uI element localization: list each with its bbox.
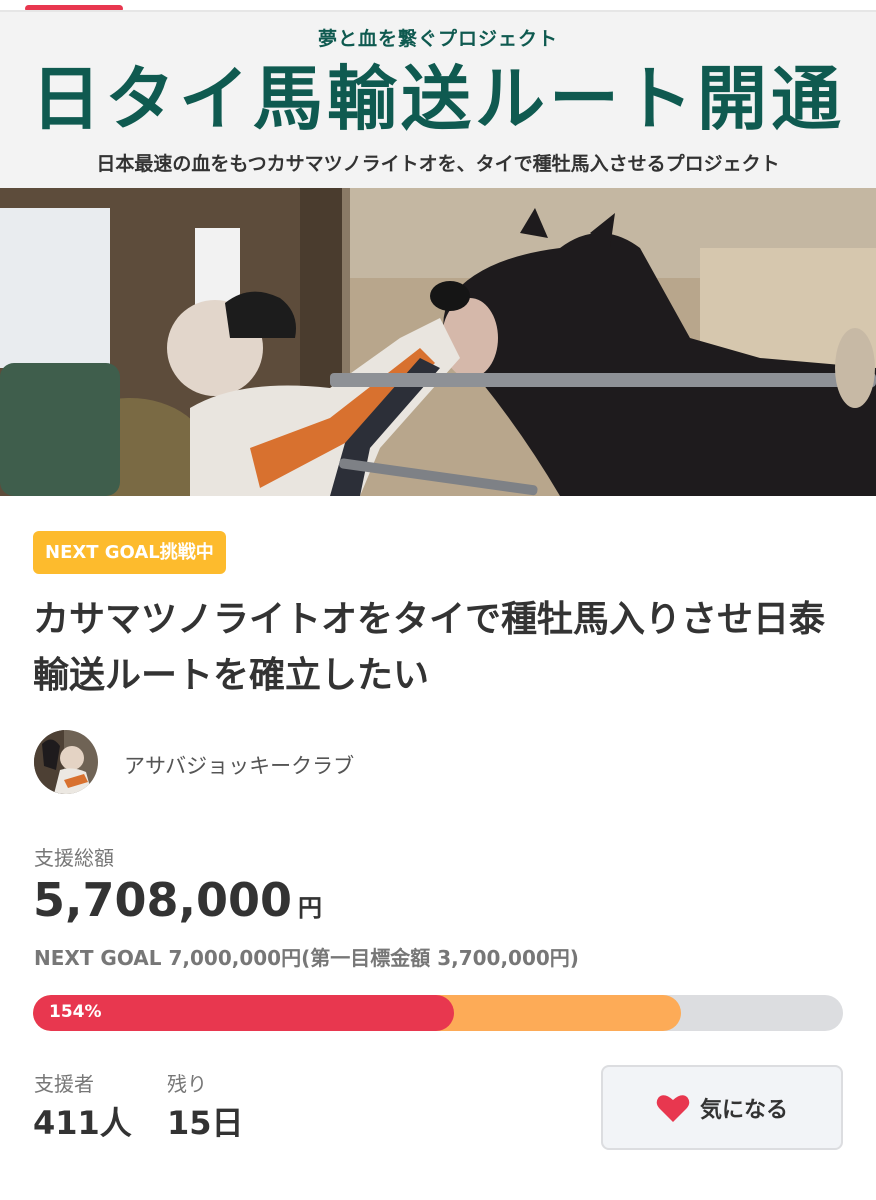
banner-kicker: 夢と血を繋ぐプロジェクト xyxy=(317,28,558,50)
favorite-button[interactable]: 気になる xyxy=(601,1065,843,1150)
status-badge: NEXT GOAL挑戦中 xyxy=(33,531,226,574)
supporters-value: 411人 xyxy=(33,1104,132,1142)
heart-icon xyxy=(656,1094,690,1122)
progress-percent: 154% xyxy=(49,1002,102,1022)
banner-subtitle: 日本最速の血をもつカサマツノライトオを、タイで種牡馬入させるプロジェクト xyxy=(96,153,780,175)
remaining-value: 15日 xyxy=(167,1104,244,1142)
remaining-label: 残り xyxy=(167,1072,207,1096)
amount-value: 5,708,000 xyxy=(33,873,292,927)
total-label: 支援総額 xyxy=(34,846,114,870)
supporters-label: 支援者 xyxy=(34,1072,94,1096)
next-goal-text: NEXT GOAL 7,000,000円(第一目標金額 3,700,000円) xyxy=(34,946,579,970)
amount-unit: 円 xyxy=(298,894,322,922)
funding-amount: 5,708,000 円 xyxy=(33,873,322,927)
owner-name[interactable]: アサバジョッキークラブ xyxy=(124,750,354,780)
funding-progress-bar: 154% xyxy=(33,995,843,1031)
banner-title: 日タイ馬輸送ルート開通 xyxy=(31,58,845,140)
favorite-label: 気になる xyxy=(699,1097,788,1123)
owner-avatar[interactable] xyxy=(34,730,98,794)
project-banner: 夢と血を繋ぐプロジェクト 日タイ馬輸送ルート開通 日本最速の血をもつカサマツノラ… xyxy=(0,12,876,188)
project-title: カサマツノライトオをタイで種牡馬入りさせ日泰輸送ルートを確立したい xyxy=(33,599,826,696)
hero-image xyxy=(0,188,876,496)
